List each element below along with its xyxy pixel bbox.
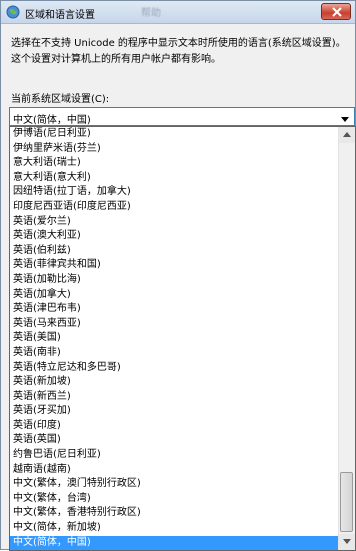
close-icon (332, 7, 342, 17)
list-item[interactable]: 英语(菲律宾共和国) (10, 258, 340, 273)
list-item[interactable]: 英语(新西兰) (10, 390, 340, 405)
list-item[interactable]: 约鲁巴语(尼日利亚) (10, 448, 340, 463)
list-item[interactable]: 英语(印度) (10, 419, 340, 434)
list-item-selected[interactable]: 中文(简体，中国) (10, 535, 340, 550)
list-item[interactable]: 英语(牙买加) (10, 404, 340, 419)
list-item[interactable]: 伊纳里萨米语(芬兰) (10, 142, 340, 157)
list-item[interactable]: 英语(加拿大) (10, 288, 340, 303)
list-item[interactable]: 英语(爱尔兰) (10, 215, 340, 230)
list-item[interactable]: 英语(马来西亚) (10, 317, 340, 332)
list-item[interactable]: 英语(特立尼达和多巴哥) (10, 361, 340, 376)
list-item[interactable]: 因纽特语(拉丁语，加拿大) (10, 185, 340, 200)
list-item[interactable]: 英语(澳大利亚) (10, 229, 340, 244)
title-bar[interactable]: 区域和语言设置 帮助 (1, 1, 355, 24)
list-item[interactable]: 英语(美国) (10, 331, 340, 346)
list-item[interactable]: 意大利语(意大利) (10, 171, 340, 186)
locale-combobox[interactable]: 中文(简体，中国) (9, 107, 355, 126)
globe-icon (6, 5, 20, 19)
list-item[interactable]: 伊博语(尼日利亚) (10, 127, 340, 142)
list-item[interactable]: 英语(南非) (10, 346, 340, 361)
list-item[interactable]: 越南语(越南) (10, 463, 340, 478)
window-title: 区域和语言设置 (25, 10, 95, 21)
locale-options: 伊博语(尼日利亚) 伊纳里萨米语(芬兰) 意大利语(瑞士) 意大利语(意大利) 因纽特语… (10, 127, 340, 550)
chevron-down-icon (343, 539, 351, 544)
scroll-up-button[interactable] (339, 127, 355, 143)
close-button[interactable] (321, 3, 351, 20)
list-item[interactable]: 中文(繁体，香港特别行政区) (10, 506, 340, 521)
description-text: 选择在不支持 Unicode 的程序中显示文本时所使用的语言(系统区域设置)。这… (11, 38, 346, 65)
locale-dropdown-list[interactable]: 伊博语(尼日利亚) 伊纳里萨米语(芬兰) 意大利语(瑞士) 意大利语(意大利) 因纽特语… (9, 126, 356, 551)
region-language-dialog: 区域和语言设置 帮助 选择在不支持 Unicode 的程序中显示文本时所使用的语… (0, 0, 356, 551)
locale-label: 当前系统区域设置(C): (11, 94, 110, 105)
list-item[interactable]: 中文(繁体，台湾) (10, 492, 340, 507)
scroll-thumb[interactable] (340, 472, 353, 532)
list-item[interactable]: 英语(伯利兹) (10, 244, 340, 259)
list-item[interactable]: 意大利语(瑞士) (10, 156, 340, 171)
list-item[interactable]: 中文(繁体，澳门特别行政区) (10, 477, 340, 492)
list-item[interactable]: 英语(新加坡) (10, 375, 340, 390)
list-item[interactable]: 英语(加勒比海) (10, 273, 340, 288)
title-ghost-text: 帮助 (141, 8, 161, 19)
list-item[interactable]: 中文(简体，新加坡) (10, 521, 340, 536)
chevron-up-icon (343, 132, 351, 137)
dropdown-scrollbar[interactable] (338, 127, 355, 550)
list-item[interactable]: 英语(津巴布韦) (10, 302, 340, 317)
chevron-down-icon[interactable] (341, 114, 349, 125)
combobox-value: 中文(简体，中国) (13, 115, 91, 126)
list-item[interactable]: 英语(英国) (10, 433, 340, 448)
scroll-down-button[interactable] (339, 534, 355, 550)
list-item[interactable]: 印度尼西亚语(印度尼西亚) (10, 200, 340, 215)
